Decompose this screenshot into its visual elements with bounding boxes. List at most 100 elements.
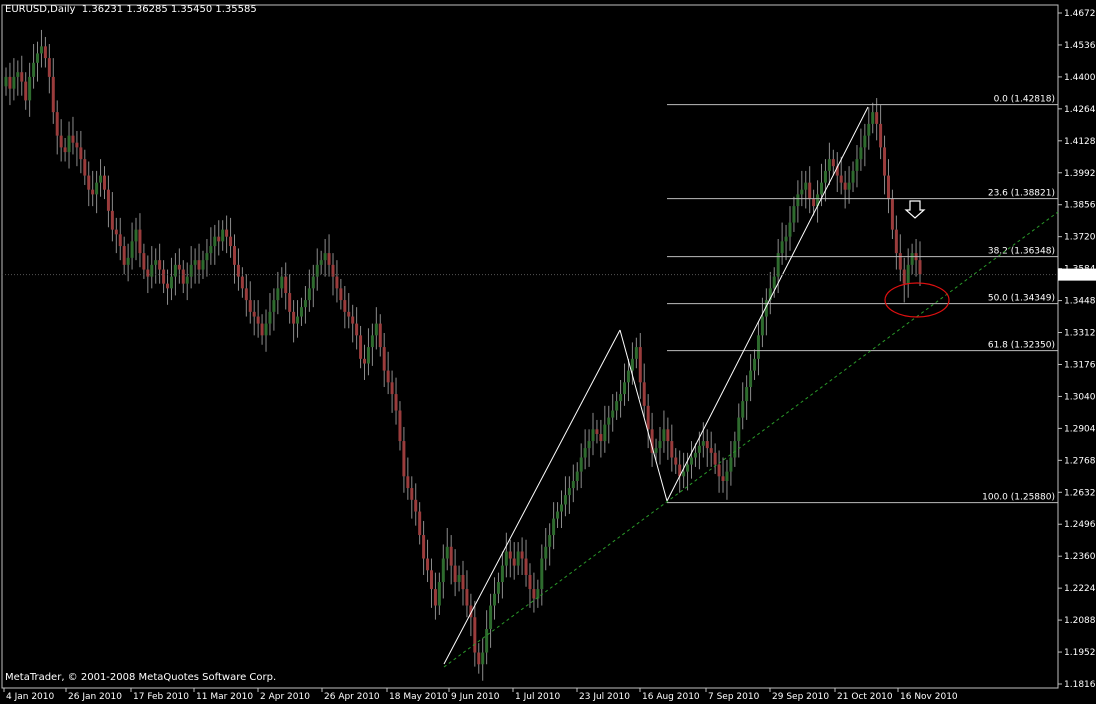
candle-body (51, 76, 55, 113)
candle-body (445, 546, 449, 559)
candle-body (457, 574, 461, 583)
candle-body (575, 471, 579, 482)
x-tick-label: 16 Nov 2010 (900, 692, 958, 702)
y-tick-label: 1.24960 (1064, 520, 1096, 530)
candle-body (146, 269, 150, 277)
candle-body (205, 253, 209, 261)
candle-body (721, 476, 725, 482)
candle-body (709, 448, 713, 453)
candle-body (138, 229, 142, 254)
candle-body (91, 189, 95, 195)
candle-body (855, 159, 859, 171)
candle-body (666, 429, 670, 442)
candle-body (95, 182, 99, 195)
candle-body (485, 629, 489, 653)
candle-body (536, 589, 540, 599)
candle-body (264, 323, 268, 336)
candle-body (122, 246, 126, 265)
candle-body (918, 260, 922, 275)
fib-level-label: 0.0 (1.42818) (994, 95, 1055, 105)
candle-body (820, 182, 824, 195)
candle-body (366, 347, 370, 364)
y-tick-label: 1.18160 (1064, 680, 1096, 690)
candle-body (162, 269, 166, 284)
x-tick-label: 9 Jun 2010 (451, 692, 500, 702)
candle-body (406, 476, 410, 489)
y-tick-label: 1.38560 (1064, 201, 1096, 211)
candle-body (591, 429, 595, 442)
x-tick-label: 17 Feb 2010 (133, 692, 189, 702)
x-tick-label: 21 Oct 2010 (837, 692, 893, 702)
candle-body (587, 441, 591, 449)
y-tick-label: 1.26320 (1064, 488, 1096, 498)
y-tick-label: 1.33120 (1064, 329, 1096, 339)
candle-body (615, 401, 619, 411)
candle-body (520, 551, 524, 559)
candle-body (879, 123, 883, 148)
candle-body (674, 457, 678, 465)
x-tick-label: 26 Apr 2010 (324, 692, 380, 702)
candle-body (142, 253, 146, 270)
candle-body (749, 370, 753, 388)
candle-body (327, 253, 331, 265)
candle-body (390, 382, 394, 395)
candle-body (642, 382, 646, 406)
candle-body (697, 445, 701, 453)
candle-body (99, 175, 103, 183)
x-tick-label: 23 Jul 2010 (579, 692, 630, 702)
candle-body (733, 441, 737, 458)
candle-body (863, 135, 867, 148)
y-tick-label: 1.42640 (1064, 105, 1096, 115)
candle-body (500, 565, 504, 583)
candle-body (229, 236, 233, 247)
candle-body (544, 546, 548, 559)
candle-body (106, 189, 110, 211)
candle-body (847, 182, 851, 190)
x-tick-label: 11 Mar 2010 (196, 692, 253, 702)
candle-body (859, 147, 863, 160)
candle-body (169, 276, 173, 289)
candle-body (583, 448, 587, 458)
candle-body (201, 260, 205, 270)
candle-body (496, 582, 500, 594)
candle-body (244, 288, 248, 301)
candle-body (563, 495, 567, 505)
candle-body (32, 62, 36, 77)
candle-body (181, 269, 185, 284)
zigzag-line (443, 329, 621, 665)
candle-body (603, 424, 607, 442)
candle-body (292, 311, 296, 324)
candle-body (24, 81, 28, 101)
candle-body (902, 269, 906, 284)
x-tick-label: 7 Sep 2010 (708, 692, 760, 702)
y-tick-label: 1.19520 (1064, 648, 1096, 658)
candle-body (260, 323, 264, 336)
x-tick-label: 26 Jan 2010 (68, 692, 122, 702)
candle-body (386, 370, 390, 383)
candle-body (465, 589, 469, 606)
candle-body (402, 441, 406, 477)
candle-body (867, 123, 871, 136)
candle-body (87, 175, 91, 190)
symbol-label: EURUSD,Daily (5, 4, 76, 15)
candle-body (422, 535, 426, 559)
chart-window[interactable]: 1.46720 1.45360 1.44000 1.42640 1.41280 1.399… (0, 0, 1096, 704)
current-price-label: 1.35585 (1061, 271, 1096, 281)
chart-canvas[interactable]: 1.46720 1.45360 1.44000 1.42640 1.41280 1.399… (0, 0, 1096, 704)
candle-body (686, 464, 690, 472)
candle-body (414, 499, 418, 512)
candle-body (378, 323, 382, 348)
candle-body (437, 582, 441, 606)
candle-body (252, 311, 256, 317)
candle-body (47, 58, 51, 77)
candle-body (347, 311, 351, 317)
candle-body (780, 241, 784, 254)
candle-body (599, 434, 603, 442)
candle-body (473, 617, 477, 653)
down-arrow-icon (904, 200, 926, 219)
candle-body (784, 236, 788, 242)
candle-body (319, 260, 323, 265)
candle-body (126, 257, 130, 265)
y-tick-label: 1.34480 (1064, 297, 1096, 307)
candle-body (67, 135, 71, 153)
